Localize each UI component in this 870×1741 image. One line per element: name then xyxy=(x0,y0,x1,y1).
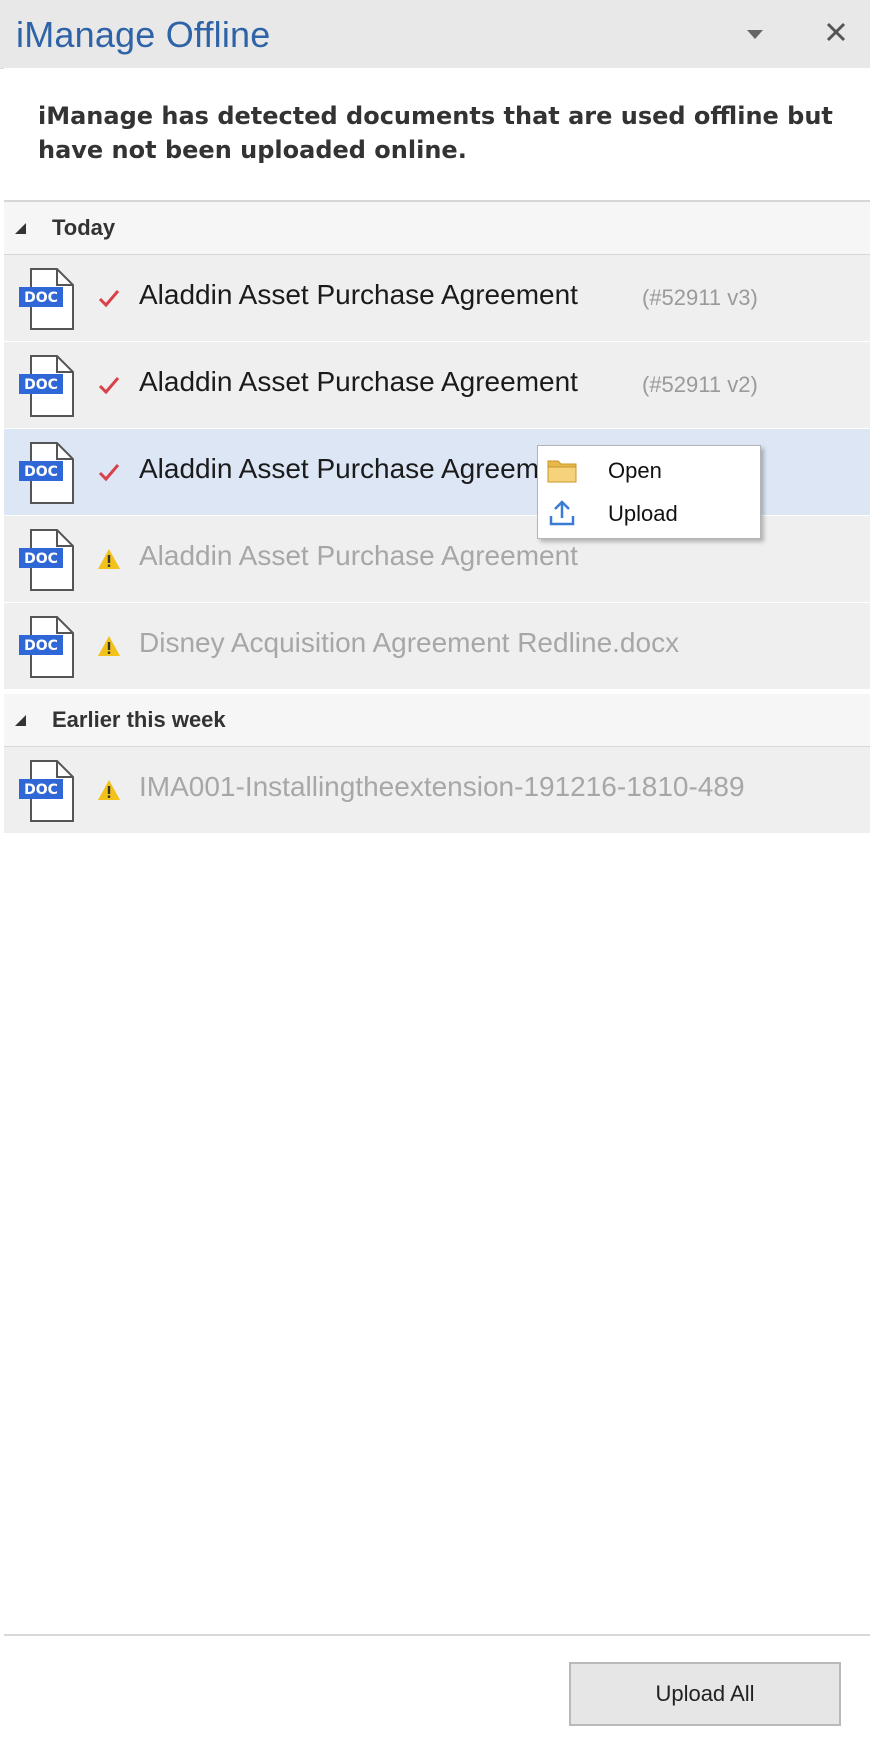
warning-icon xyxy=(96,777,122,803)
warning-icon xyxy=(96,633,122,659)
document-row[interactable]: DOC Aladdin Asset Purchase Agreement (#529… xyxy=(4,255,870,343)
doc-badge-text: DOC xyxy=(24,782,58,798)
collapse-triangle-icon xyxy=(15,223,26,234)
document-name: Aladdin Asset Purchase Agreement xyxy=(139,279,578,310)
document-name: Aladdin Asset Purchase Agreement xyxy=(139,366,578,397)
doc-badge-text: DOC xyxy=(24,290,58,306)
document-row[interactable]: DOC Disney Acquisition Agreement Redline.… xyxy=(4,603,870,691)
collapse-triangle-icon xyxy=(15,715,26,726)
context-menu-upload[interactable]: Upload xyxy=(538,492,760,534)
document-name: Aladdin Asset Purchase Agreement xyxy=(139,453,578,484)
word-document-icon: DOC xyxy=(17,354,79,418)
folder-icon xyxy=(547,460,577,483)
chevron-down-icon xyxy=(747,30,763,39)
panel-title: iManage Offline xyxy=(16,14,271,55)
offline-notice: iManage has detected documents that are … xyxy=(38,102,833,164)
footer-divider xyxy=(4,1634,870,1636)
document-version: (#52911 v3) xyxy=(642,285,758,310)
close-button[interactable] xyxy=(822,18,850,46)
group-label: Today xyxy=(52,215,116,240)
document-row[interactable]: DOC Aladdin Asset Purchase Agreement (#529… xyxy=(4,342,870,430)
word-document-icon: DOC xyxy=(17,759,79,823)
doc-badge-text: DOC xyxy=(24,377,58,393)
word-document-icon: DOC xyxy=(17,267,79,331)
word-document-icon: DOC xyxy=(17,528,79,592)
doc-badge-text: DOC xyxy=(24,638,58,654)
group-header-today[interactable]: Today xyxy=(4,202,870,256)
word-document-icon: DOC xyxy=(17,615,79,679)
close-icon xyxy=(826,22,846,42)
context-menu: Open Upload xyxy=(537,445,761,539)
pane-options-button[interactable] xyxy=(742,22,768,46)
document-name: IMA001-Installingtheextension-191216-181… xyxy=(139,771,745,802)
document-name: Aladdin Asset Purchase Agreement xyxy=(139,540,578,571)
doc-badge-text: DOC xyxy=(24,551,58,567)
checkmark-icon xyxy=(96,459,122,485)
title-bar: iManage Offline xyxy=(0,0,870,69)
group-label: Earlier this week xyxy=(52,707,226,732)
context-menu-label: Open xyxy=(608,458,662,483)
upload-icon xyxy=(549,500,575,526)
checkmark-icon xyxy=(96,372,122,398)
document-row[interactable]: DOC IMA001-Installingtheextension-191216-… xyxy=(4,747,870,835)
upload-all-button[interactable]: Upload All xyxy=(569,1662,841,1726)
group-header-earlier-this-week[interactable]: Earlier this week xyxy=(4,694,870,748)
warning-icon xyxy=(96,546,122,572)
checkmark-icon xyxy=(96,285,122,311)
context-menu-open[interactable]: Open xyxy=(538,449,760,491)
context-menu-label: Upload xyxy=(608,501,678,526)
document-name: Disney Acquisition Agreement Redline.doc… xyxy=(139,627,680,658)
document-version: (#52911 v2) xyxy=(642,372,758,397)
word-document-icon: DOC xyxy=(17,441,79,505)
doc-badge-text: DOC xyxy=(24,464,58,480)
